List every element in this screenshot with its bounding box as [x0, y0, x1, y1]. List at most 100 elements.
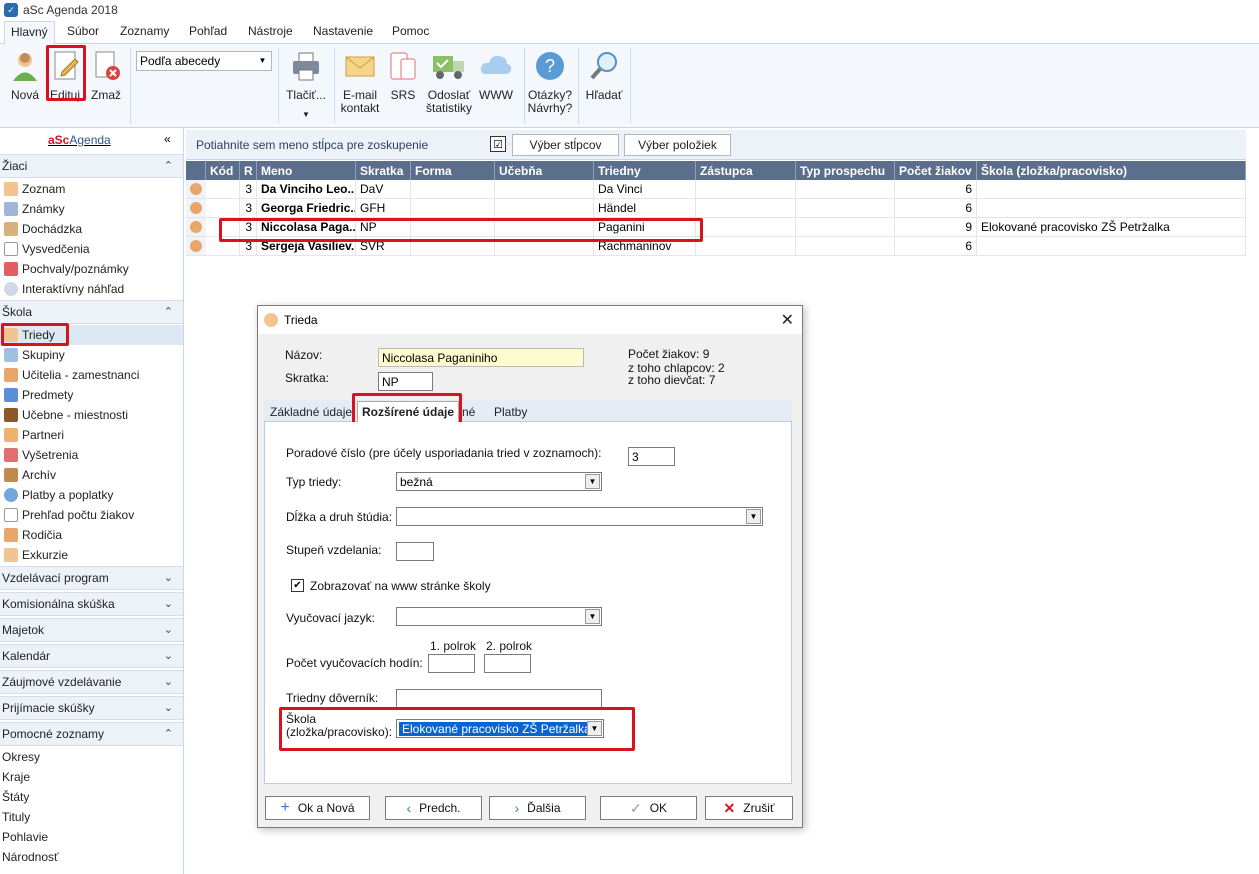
checkbox-icon[interactable]: ☑ — [490, 136, 506, 152]
menu-hlavny[interactable]: Hlavný — [4, 21, 55, 44]
www-checkbox[interactable]: ✔ — [291, 579, 304, 592]
sidebar-item-archiv[interactable]: Archív — [4, 465, 56, 485]
group-skola[interactable]: Škola ⌃ — [0, 300, 183, 324]
sidebar-item-skupiny[interactable]: Skupiny — [4, 345, 65, 365]
sidebar-collapse-icon[interactable]: « — [164, 132, 171, 146]
sidebar-item-okresy[interactable]: Okresy — [2, 747, 40, 767]
sidebar-item-partneri[interactable]: Partneri — [4, 425, 64, 445]
edituj-button[interactable]: Edituj — [48, 50, 82, 102]
sidebar-item-zoznam[interactable]: Zoznam — [4, 179, 65, 199]
devices-icon — [390, 52, 416, 80]
sidebar-item-narodnost[interactable]: Národnosť — [2, 847, 59, 867]
sidebar-item-ucitelia[interactable]: Učitelia - zamestnanci — [4, 365, 139, 385]
srs-button[interactable]: SRS — [386, 50, 420, 102]
sidebar-item-pohlavie[interactable]: Pohlavie — [2, 827, 48, 847]
brand-link[interactable]: aScAgenda — [48, 133, 111, 147]
sidebar-item-ucebne[interactable]: Učebne - miestnosti — [4, 405, 128, 425]
hladat-button[interactable]: Hľadať — [584, 50, 624, 102]
menu-subor[interactable]: Súbor — [67, 24, 99, 38]
col-pocet-ziakov[interactable]: Počet žiakov — [895, 161, 977, 180]
group-pomocne[interactable]: Pomocné zoznamy ⌃ — [0, 722, 183, 746]
vyber-poloziek-button[interactable]: Výber položiek — [624, 134, 731, 156]
sort-select[interactable]: Podľa abecedy ▼ — [136, 51, 272, 71]
col-zastupca[interactable]: Zástupca — [696, 161, 796, 180]
vyber-stlpcov-button[interactable]: Výber stĺpcov — [512, 134, 619, 156]
skola-select[interactable]: Elokované pracovisko ZŠ Petržalka ▼ — [396, 719, 604, 738]
menu-pohlad[interactable]: Pohľad — [189, 24, 227, 38]
ok-button[interactable]: ✓ OK — [600, 796, 697, 820]
sidebar-item-platby[interactable]: Platby a poplatky — [4, 485, 113, 505]
cell-skola — [977, 237, 1246, 256]
plus-icon: + — [280, 799, 290, 816]
group-hint: Potiahnite sem meno stĺpca pre zoskupeni… — [196, 138, 429, 152]
odoslat-statistiky-button[interactable]: Odoslať štatistiky — [424, 50, 474, 115]
sidebar-item-tituly[interactable]: Tituly — [2, 807, 30, 827]
print-button[interactable]: Tlačiť... ▼ — [284, 50, 328, 121]
group-vzdelavaci[interactable]: Vzdelávací program ⌄ — [0, 566, 183, 590]
group-komisionalna[interactable]: Komisionálna skúška ⌄ — [0, 592, 183, 616]
ok-nova-button[interactable]: + Ok a Nová — [265, 796, 370, 820]
group-prijimacie[interactable]: Prijímacie skúšky ⌄ — [0, 696, 183, 720]
menu-nastroje[interactable]: Nástroje — [248, 24, 293, 38]
menu-nastavenie[interactable]: Nastavenie — [313, 24, 373, 38]
typ-select[interactable]: bežná ▼ — [396, 472, 602, 491]
jazyk-select[interactable]: ▼ — [396, 607, 602, 626]
hodiny-polrok2-input[interactable] — [484, 654, 531, 673]
tab-ine[interactable]: né — [462, 401, 475, 422]
otazky-button[interactable]: ? Otázky? Návrhy? — [527, 50, 573, 115]
sidebar-item-nahlad[interactable]: Interaktívny náhľad — [4, 279, 124, 299]
skratka-input[interactable]: NP — [378, 372, 433, 391]
poradove-input[interactable]: 3 — [628, 447, 675, 466]
nova-button[interactable]: Nová — [8, 50, 42, 102]
cell-zastupca — [696, 237, 796, 256]
sidebar-item-vysvedcenia[interactable]: Vysvedčenia — [4, 239, 90, 259]
nazov-input[interactable]: Niccolasa Paganiniho — [378, 348, 584, 367]
www-button[interactable]: WWW — [478, 50, 514, 102]
tab-rozsirene[interactable]: Rozšírené údaje — [357, 401, 460, 422]
zrusit-button[interactable]: ✕ Zrušiť — [705, 796, 793, 820]
col-r[interactable]: R — [240, 161, 257, 180]
sidebar-item-rodicia[interactable]: Rodičia — [4, 525, 62, 545]
cell-forma — [411, 237, 495, 256]
sidebar-item-exkurzie[interactable]: Exkurzie — [4, 545, 68, 565]
zmaz-button[interactable]: Zmaž — [89, 50, 123, 102]
col-kod[interactable]: Kód — [206, 161, 240, 180]
sidebar-item-staty[interactable]: Štáty — [2, 787, 29, 807]
col-forma[interactable]: Forma — [411, 161, 495, 180]
group-majetok[interactable]: Majetok ⌄ — [0, 618, 183, 642]
sidebar-item-dochadzka[interactable]: Dochádzka — [4, 219, 82, 239]
predch-button[interactable]: ‹ Predch. — [385, 796, 482, 820]
email-button[interactable]: E-mail kontakt — [338, 50, 382, 115]
doverník-input[interactable] — [396, 689, 602, 708]
col-typ-prospechu[interactable]: Typ prospechu — [796, 161, 895, 180]
group-zaujmove[interactable]: Záujmové vzdelávanie ⌄ — [0, 670, 183, 694]
group-ziaci[interactable]: Žiaci ⌃ — [0, 154, 183, 178]
sidebar-item-pochvaly[interactable]: Pochvaly/poznámky — [4, 259, 129, 279]
menu-zoznamy[interactable]: Zoznamy — [120, 24, 169, 38]
cell-forma — [411, 180, 495, 199]
col-skratka[interactable]: Skratka — [356, 161, 411, 180]
dalsia-button[interactable]: › Ďalšia — [489, 796, 586, 820]
cell-kod — [206, 180, 240, 199]
person-icon — [4, 182, 18, 196]
polrok2-label: 2. polrok — [486, 639, 533, 653]
sidebar-item-znamky[interactable]: Známky — [4, 199, 65, 219]
tab-platby[interactable]: Platby — [494, 401, 527, 422]
stupen-input[interactable] — [396, 542, 434, 561]
close-icon[interactable]: ✕ — [781, 310, 794, 330]
sidebar-item-kraje[interactable]: Kraje — [2, 767, 30, 787]
sidebar-item-vysetrenia[interactable]: Vyšetrenia — [4, 445, 78, 465]
sidebar-item-prehlad[interactable]: Prehľad počtu žiakov — [4, 505, 134, 525]
col-triedny[interactable]: Triedny — [594, 161, 696, 180]
sidebar-item-predmety[interactable]: Predmety — [4, 385, 73, 405]
dlzka-select[interactable]: ▼ — [396, 507, 763, 526]
group-kalendar[interactable]: Kalendár ⌄ — [0, 644, 183, 668]
col-meno[interactable]: Meno — [257, 161, 356, 180]
col-ucebna[interactable]: Učebňa — [495, 161, 594, 180]
hodiny-polrok1-input[interactable] — [428, 654, 475, 673]
menu-pomoc[interactable]: Pomoc — [392, 24, 429, 38]
tab-zakladne[interactable]: Základné údaje — [270, 401, 352, 422]
svg-text:?: ? — [545, 56, 555, 76]
col-skola[interactable]: Škola (zložka/pracovisko) — [977, 161, 1246, 180]
sidebar-item-triedy[interactable]: Triedy — [0, 325, 183, 345]
